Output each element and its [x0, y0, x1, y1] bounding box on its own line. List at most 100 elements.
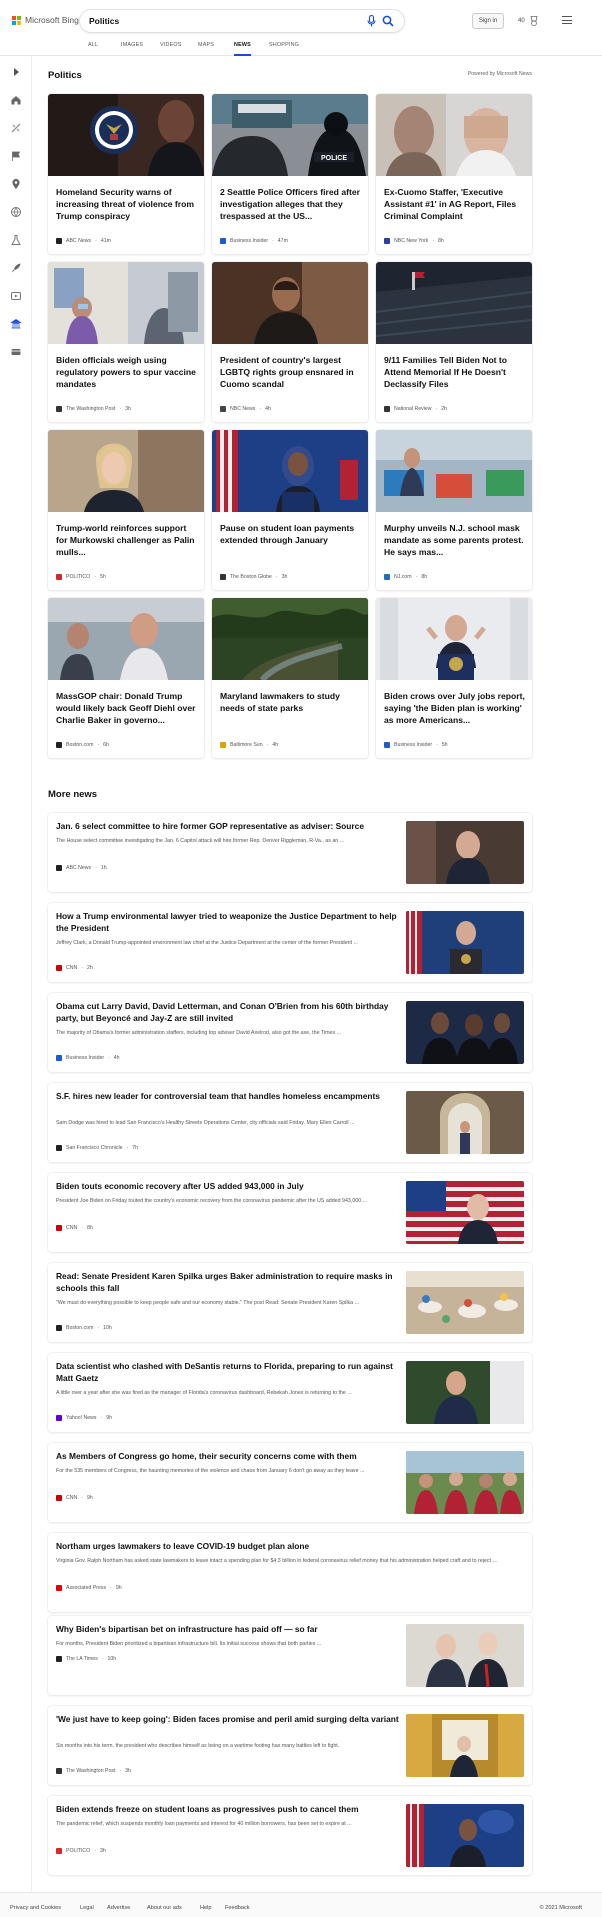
source-name: Baltimore Sun: [230, 742, 263, 748]
list-item-image: [406, 1361, 524, 1424]
publisher-logo-icon: [56, 1585, 62, 1591]
list-item-snippet: For the 535 members of Congress, the hau…: [56, 1468, 365, 1474]
publisher-logo-icon: [56, 1848, 62, 1854]
card-image: [376, 598, 532, 680]
news-list-item[interactable]: Obama cut Larry David, David Letterman, …: [48, 993, 532, 1072]
card-source: National Review · 2h: [384, 406, 447, 412]
news-list-item[interactable]: Jan. 6 select committee to hire former G…: [48, 813, 532, 892]
publisher-logo-icon: [56, 1656, 62, 1662]
bing-logo[interactable]: Microsoft Bing: [12, 14, 79, 26]
list-item-image: [406, 911, 524, 974]
page-title: Politics: [48, 70, 82, 81]
news-card[interactable]: Trump-world reinforces support for Murko…: [48, 430, 204, 590]
news-list-item[interactable]: Data scientist who clashed with DeSantis…: [48, 1353, 532, 1432]
news-card[interactable]: President of country's largest LGBTQ rig…: [212, 262, 368, 422]
news-list-item[interactable]: Read: Senate President Karen Spilka urge…: [48, 1263, 532, 1342]
money-icon[interactable]: [10, 346, 22, 358]
source-name: The LA Times: [66, 1656, 98, 1662]
timestamp: 9h: [106, 1415, 112, 1421]
card-image: [212, 262, 368, 344]
list-item-source: CNN · 9h: [56, 1495, 93, 1501]
source-name: ABC News: [66, 238, 92, 244]
footer-link-feedback[interactable]: Feedback: [225, 1905, 250, 1911]
footer-link-legal[interactable]: Legal: [80, 1905, 94, 1911]
footer-link-help[interactable]: Help: [200, 1905, 212, 1911]
list-item-snippet: The majority of Obama's former administr…: [56, 1030, 342, 1036]
news-card[interactable]: Biden crows over July jobs report, sayin…: [376, 598, 532, 758]
tab-images[interactable]: IMAGES: [121, 42, 143, 56]
source-name: Boston.com: [66, 1325, 94, 1331]
logo-text: Microsoft Bing: [25, 15, 79, 25]
publisher-logo-icon: [56, 742, 62, 748]
news-list-item[interactable]: Biden extends freeze on student loans as…: [48, 1796, 532, 1875]
timestamp: 9h: [86, 1495, 93, 1501]
mic-icon[interactable]: [367, 15, 376, 27]
list-item-source: Associated Press · 9h: [56, 1585, 122, 1591]
sports-icon[interactable]: [10, 122, 22, 134]
science-icon[interactable]: [10, 234, 22, 246]
search-icon[interactable]: [382, 15, 394, 27]
card-source: ABC News · 41m: [56, 238, 111, 244]
news-list-item[interactable]: How a Trump environmental lawyer tried t…: [48, 903, 532, 982]
expand-icon[interactable]: [10, 66, 22, 78]
card-title: Maryland lawmakers to study needs of sta…: [220, 691, 340, 714]
tab-maps[interactable]: MAPS: [198, 42, 214, 56]
footer-link-privacy[interactable]: Privacy and Cookies: [10, 1905, 61, 1911]
location-icon[interactable]: [10, 178, 22, 190]
news-list-item[interactable]: Biden touts economic recovery after US a…: [48, 1173, 532, 1252]
publisher-logo-icon: [56, 1145, 62, 1151]
card-source: NJ.com · 8h: [384, 574, 427, 580]
list-item-snippet: Sam Dodge was hired to lead San Francisc…: [56, 1120, 355, 1126]
timestamp: 5h: [99, 574, 106, 580]
powered-by[interactable]: Powered by Microsoft News: [400, 71, 532, 77]
source-name: The Washington Post: [66, 406, 116, 412]
search-input[interactable]: [89, 14, 349, 28]
video-icon[interactable]: [10, 290, 22, 302]
tab-videos[interactable]: VIDEOS: [160, 42, 182, 56]
list-item-source: San Francisco Chronicle · 7h: [56, 1145, 138, 1151]
news-list-item[interactable]: Why Biden's bipartisan bet on infrastruc…: [48, 1616, 532, 1695]
news-card[interactable]: Biden officials weigh using regulatory p…: [48, 262, 204, 422]
news-list-item[interactable]: 'We just have to keep going': Biden face…: [48, 1706, 532, 1785]
sign-in-button[interactable]: Sign in: [472, 13, 504, 29]
globe-icon[interactable]: [10, 206, 22, 218]
tab-news[interactable]: NEWS: [234, 42, 251, 56]
news-card[interactable]: Homeland Security warns of increasing th…: [48, 94, 204, 254]
list-item-snippet: Six months into his term, the president …: [56, 1743, 340, 1749]
news-card[interactable]: Pause on student loan payments extended …: [212, 430, 368, 590]
list-item-image: [406, 1091, 524, 1154]
card-title: Pause on student loan payments extended …: [220, 523, 355, 546]
news-list-item[interactable]: S.F. hires new leader for controversial …: [48, 1083, 532, 1162]
flag-icon[interactable]: [10, 150, 22, 162]
news-card[interactable]: Ex-Cuomo Staffer, 'Executive Assistant #…: [376, 94, 532, 254]
list-item-snippet: Virginia Gov. Ralph Northam has asked st…: [56, 1558, 497, 1564]
menu-icon[interactable]: [562, 16, 572, 24]
publisher-logo-icon: [56, 238, 62, 244]
news-card[interactable]: 9/11 Families Tell Biden Not to Attend M…: [376, 262, 532, 422]
home-icon[interactable]: [10, 94, 22, 106]
news-list-item[interactable]: As Members of Congress go home, their se…: [48, 1443, 532, 1522]
footer-link-advertise[interactable]: Advertise: [107, 1905, 130, 1911]
scope-tabs: ALL IMAGES VIDEOS MAPS NEWS SHOPPING: [0, 40, 602, 56]
news-card[interactable]: POLICE 2 Seattle Police Officers fired a…: [212, 94, 368, 254]
publisher-logo-icon: [56, 406, 62, 412]
news-list-item[interactable]: Northam urges lawmakers to leave COVID-1…: [48, 1533, 532, 1612]
tab-all[interactable]: ALL: [88, 42, 98, 56]
news-card[interactable]: Maryland lawmakers to study needs of sta…: [212, 598, 368, 758]
card-source: Business Insider · 5h: [384, 742, 448, 748]
card-title: President of country's largest LGBTQ rig…: [220, 355, 354, 390]
footer-link-about-ads[interactable]: About our ads: [147, 1905, 182, 1911]
list-item-source: Boston.com · 10h: [56, 1325, 112, 1331]
news-card[interactable]: MassGOP chair: Donald Trump would likely…: [48, 598, 204, 758]
rewards[interactable]: 40: [518, 14, 540, 28]
list-item-title: As Members of Congress go home, their se…: [56, 1451, 357, 1461]
timestamp: 47m: [277, 238, 288, 244]
politics-icon[interactable]: [10, 318, 22, 330]
timestamp: 3h: [281, 574, 288, 580]
card-image: [212, 598, 368, 680]
rocket-icon[interactable]: [10, 262, 22, 274]
news-card[interactable]: Murphy unveils N.J. school mask mandate …: [376, 430, 532, 590]
tab-shopping[interactable]: SHOPPING: [269, 42, 299, 56]
card-source: POLITICO · 5h: [56, 574, 106, 580]
list-item-source: POLITICO · 3h: [56, 1848, 106, 1854]
